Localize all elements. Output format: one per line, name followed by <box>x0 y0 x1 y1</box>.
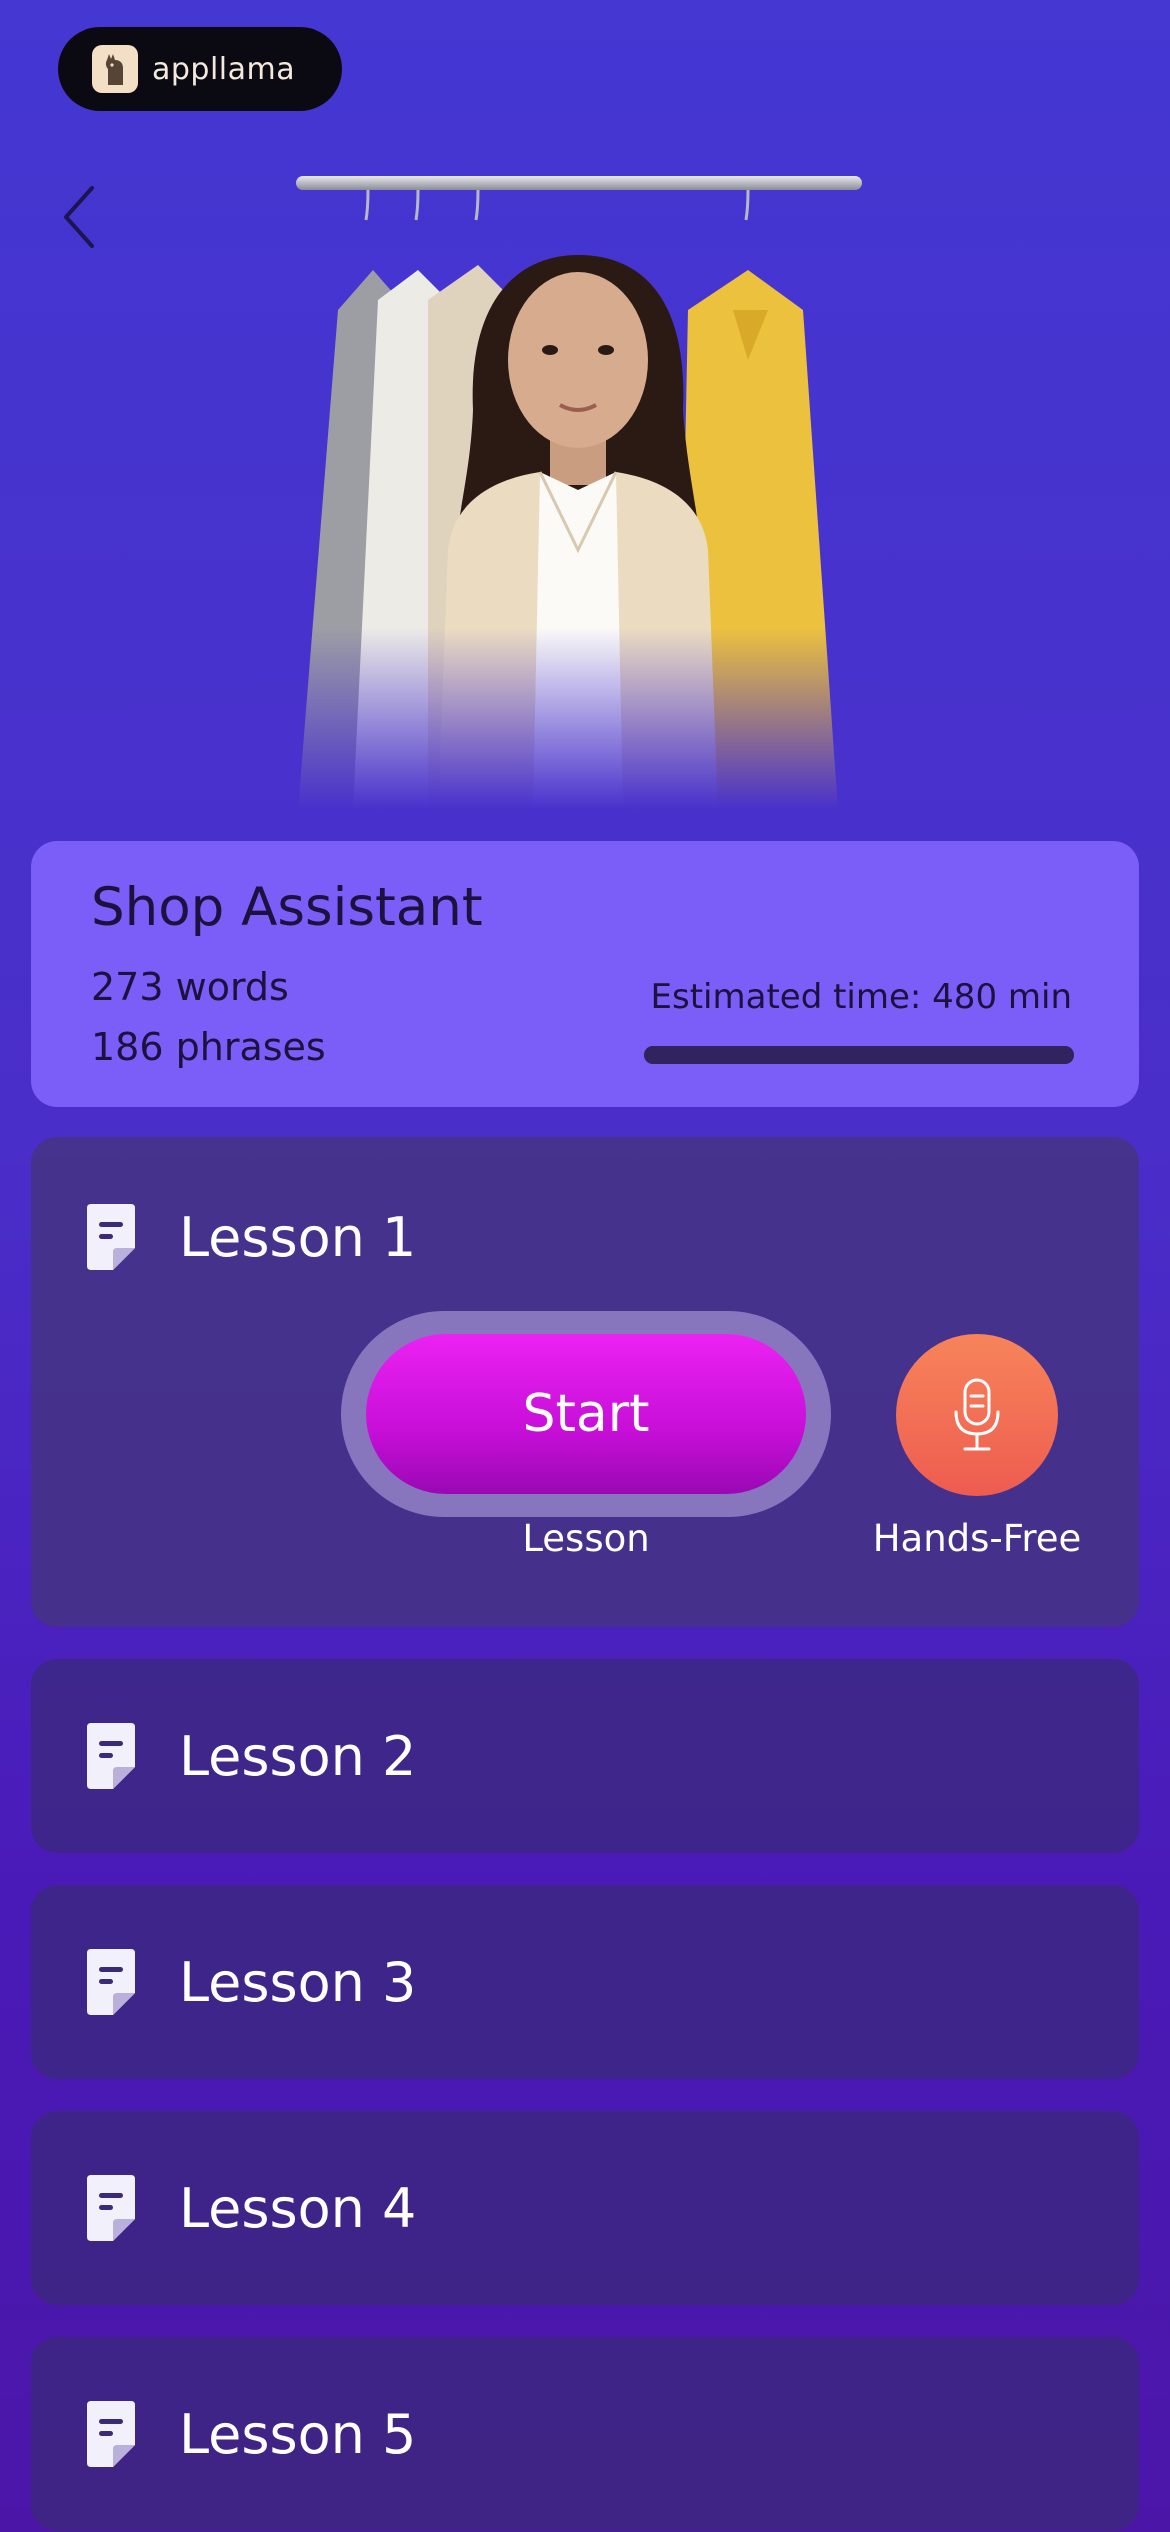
lesson-card-3[interactable]: Lesson 3 <box>31 1885 1139 2079</box>
lesson-title: Lesson 4 <box>179 2176 417 2240</box>
scenario-info-card: Shop Assistant 273 words 186 phrases Est… <box>31 841 1139 1107</box>
document-icon <box>87 1723 135 1789</box>
estimated-time: Estimated time: 480 min <box>650 977 1072 1017</box>
word-count: 273 words <box>91 965 289 1009</box>
hands-free-button[interactable] <box>896 1334 1058 1496</box>
lesson-header: Lesson 1 <box>87 1137 416 1337</box>
start-button-halo: Start <box>341 1311 831 1517</box>
lesson-title: Lesson 3 <box>179 1950 417 2014</box>
lesson-card-1[interactable]: Lesson 1 Start Lesson Hands-Free <box>31 1137 1139 1627</box>
lesson-header: Lesson 3 <box>87 1885 416 2079</box>
document-icon <box>87 2175 135 2241</box>
chevron-left-icon <box>64 186 94 248</box>
lesson-title: Lesson 5 <box>179 2402 417 2466</box>
lesson-title: Lesson 2 <box>179 1724 417 1788</box>
brand-badge: appllama <box>58 27 342 111</box>
back-button[interactable] <box>58 182 104 252</box>
lesson-card-4[interactable]: Lesson 4 <box>31 2111 1139 2305</box>
brand-name: appllama <box>152 51 296 87</box>
llama-icon <box>92 45 138 93</box>
lesson-card-5[interactable]: Lesson 5 <box>31 2337 1139 2531</box>
progress-bar <box>644 1046 1074 1064</box>
progress-fill <box>644 1046 1074 1064</box>
lesson-title: Lesson 1 <box>179 1205 417 1269</box>
start-caption: Lesson <box>522 1517 650 1560</box>
hands-free-caption: Hands-Free <box>872 1517 1082 1560</box>
lesson-header: Lesson 5 <box>87 2337 416 2531</box>
document-icon <box>87 2401 135 2467</box>
scenario-title: Shop Assistant <box>91 877 483 938</box>
phrase-count: 186 phrases <box>91 1025 326 1069</box>
microphone-icon <box>954 1378 1000 1451</box>
document-icon <box>87 1204 135 1270</box>
document-icon <box>87 1949 135 2015</box>
start-lesson-button[interactable]: Start <box>366 1334 806 1494</box>
lesson-header: Lesson 2 <box>87 1659 416 1853</box>
lesson-header: Lesson 4 <box>87 2111 416 2305</box>
lesson-card-2[interactable]: Lesson 2 <box>31 1659 1139 1853</box>
shop-assistant-illustration <box>278 160 878 810</box>
